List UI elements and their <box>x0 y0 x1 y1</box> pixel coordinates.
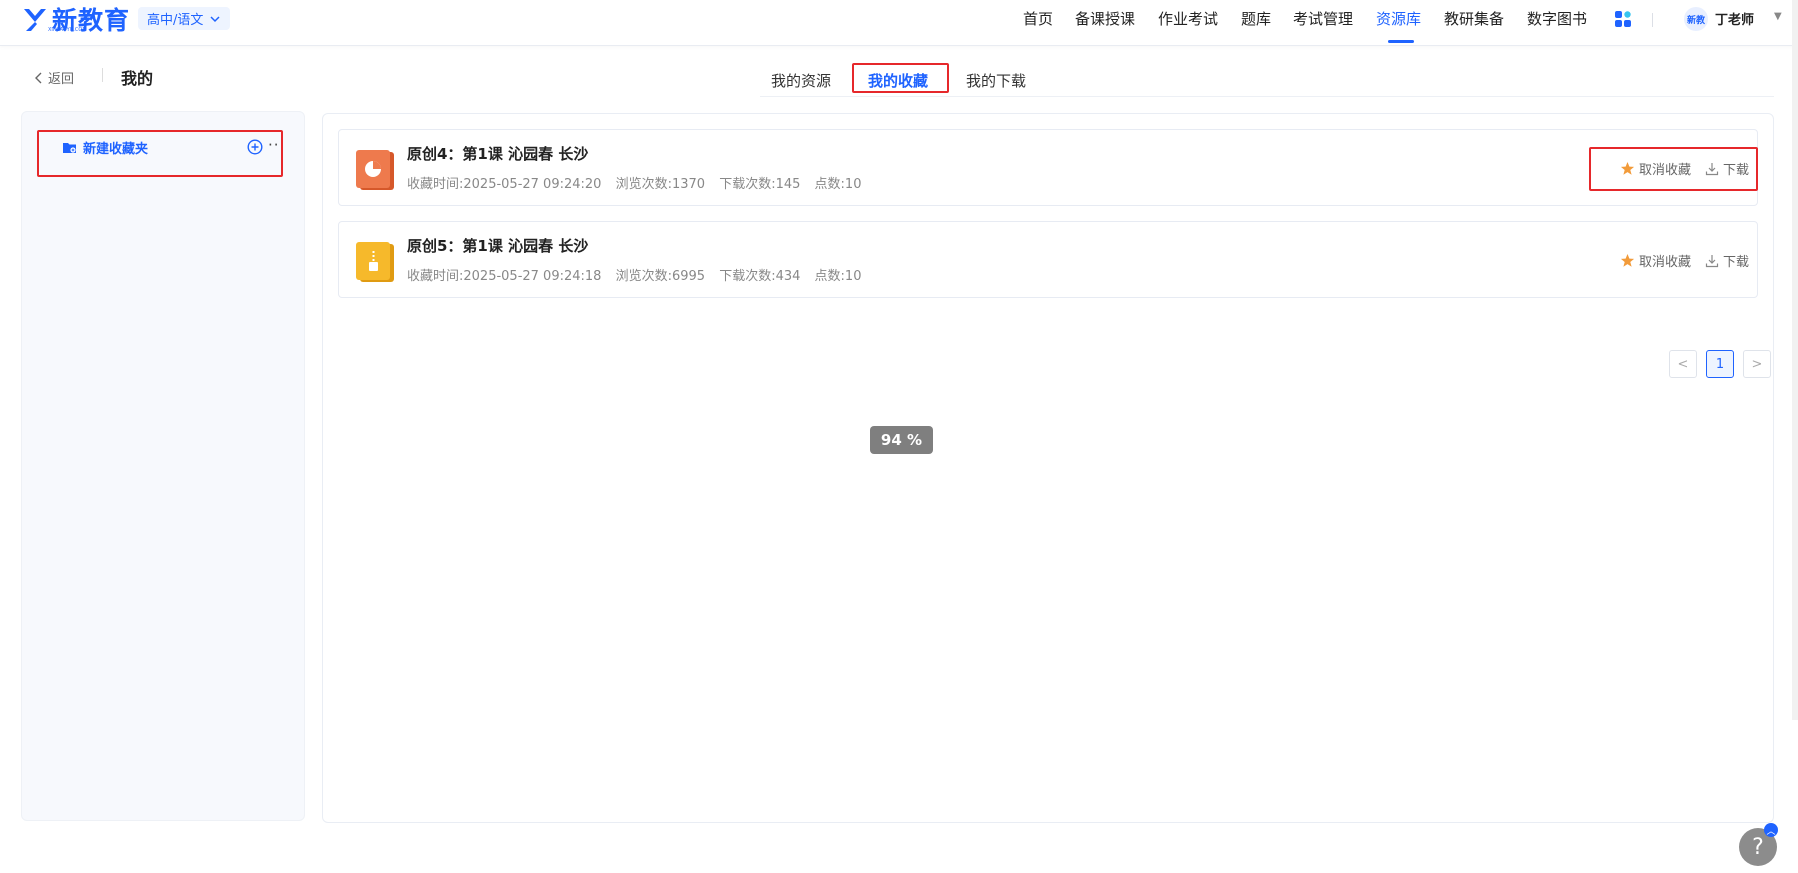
nav-exam-management[interactable]: 考试管理 <box>1293 8 1353 29</box>
nav-question-bank[interactable]: 题库 <box>1241 8 1271 29</box>
resource-meta: 收藏时间:2025-05-27 09:24:20 浏览次数:1370 下载次数:… <box>407 173 871 192</box>
points: 点数:10 <box>814 177 862 192</box>
resource-title[interactable]: 原创4：第1课 沁园春 长沙 <box>407 143 588 164</box>
page-title: 我的 <box>121 69 154 88</box>
favorite-time: 收藏时间:2025-05-27 09:24:20 <box>407 177 602 192</box>
points: 点数:10 <box>814 269 862 284</box>
nav-divider <box>1652 13 1653 27</box>
resource-title[interactable]: 原创5：第1课 沁园春 长沙 <box>407 235 588 256</box>
nav-lesson-prep[interactable]: 备课授课 <box>1075 8 1135 29</box>
tab-my-downloads[interactable]: 我的下载 <box>966 70 1026 91</box>
avatar[interactable]: 新教 <box>1684 7 1708 31</box>
nav-digital-books[interactable]: 数字图书 <box>1527 8 1587 29</box>
user-name[interactable]: 丁老师 <box>1715 9 1754 28</box>
resource-meta: 收藏时间:2025-05-27 09:24:18 浏览次数:6995 下载次数:… <box>407 265 871 284</box>
back-label: 返回 <box>48 72 75 87</box>
pagination-next-button[interactable]: > <box>1743 350 1771 378</box>
divider <box>102 68 103 82</box>
download-button[interactable]: 下载 <box>1705 251 1749 270</box>
zoom-level-badge: 94 % <box>870 426 933 454</box>
view-count: 浏览次数:6995 <box>615 269 706 284</box>
ppt-file-icon <box>356 150 394 190</box>
unfavorite-button[interactable]: 取消收藏 <box>1620 251 1691 270</box>
download-icon <box>1705 254 1719 267</box>
nav-home[interactable]: 首页 <box>1023 8 1053 29</box>
favorites-folder-panel <box>21 111 305 821</box>
scrollbar[interactable] <box>1792 0 1798 720</box>
download-count: 下载次数:434 <box>719 269 801 284</box>
chevron-left-icon <box>35 72 42 83</box>
chevron-up-icon[interactable]: ︿ <box>1764 823 1778 837</box>
pagination-page-1[interactable]: 1 <box>1706 350 1734 378</box>
highlight-box-folder <box>37 130 283 177</box>
nav-active-indicator <box>1388 40 1414 43</box>
unfavorite-label: 取消收藏 <box>1638 255 1691 270</box>
chevron-down-icon <box>210 15 220 22</box>
favorite-time: 收藏时间:2025-05-27 09:24:18 <box>407 269 602 284</box>
grade-subject-select[interactable]: 高中/语文 <box>138 7 231 30</box>
caret-down-icon[interactable]: ▼ <box>1774 11 1782 22</box>
list-item[interactable]: 原创4：第1课 沁园春 长沙 收藏时间:2025-05-27 09:24:20 … <box>338 129 1758 206</box>
nav-homework-exam[interactable]: 作业考试 <box>1158 8 1218 29</box>
nav-teaching-research[interactable]: 教研集备 <box>1444 8 1504 29</box>
view-count: 浏览次数:1370 <box>615 177 706 192</box>
highlight-box-actions <box>1589 147 1758 191</box>
tab-my-resources[interactable]: 我的资源 <box>771 70 831 91</box>
top-navbar: 新教育 XINJIAOYU.COM 高中/语文 首页 备课授课 作业考试 题库 … <box>0 0 1798 46</box>
logo-icon <box>24 9 46 31</box>
pagination-prev-button[interactable]: < <box>1669 350 1697 378</box>
back-button[interactable]: 返回 <box>34 68 74 87</box>
download-count: 下载次数:145 <box>719 177 801 192</box>
favorites-list-panel <box>322 113 1774 823</box>
apps-grid-icon[interactable] <box>1614 10 1632 28</box>
highlight-box-tab <box>852 63 949 93</box>
zip-file-icon <box>356 242 394 282</box>
logo-subtext: XINJIAOYU.COM <box>48 27 87 33</box>
grade-subject-label: 高中/语文 <box>147 13 204 28</box>
download-label: 下载 <box>1722 255 1749 270</box>
star-icon <box>1620 253 1635 267</box>
tabs-divider <box>760 96 1774 97</box>
list-item[interactable]: 原创5：第1课 沁园春 长沙 收藏时间:2025-05-27 09:24:18 … <box>338 221 1758 298</box>
nav-resource-library[interactable]: 资源库 <box>1376 8 1421 29</box>
